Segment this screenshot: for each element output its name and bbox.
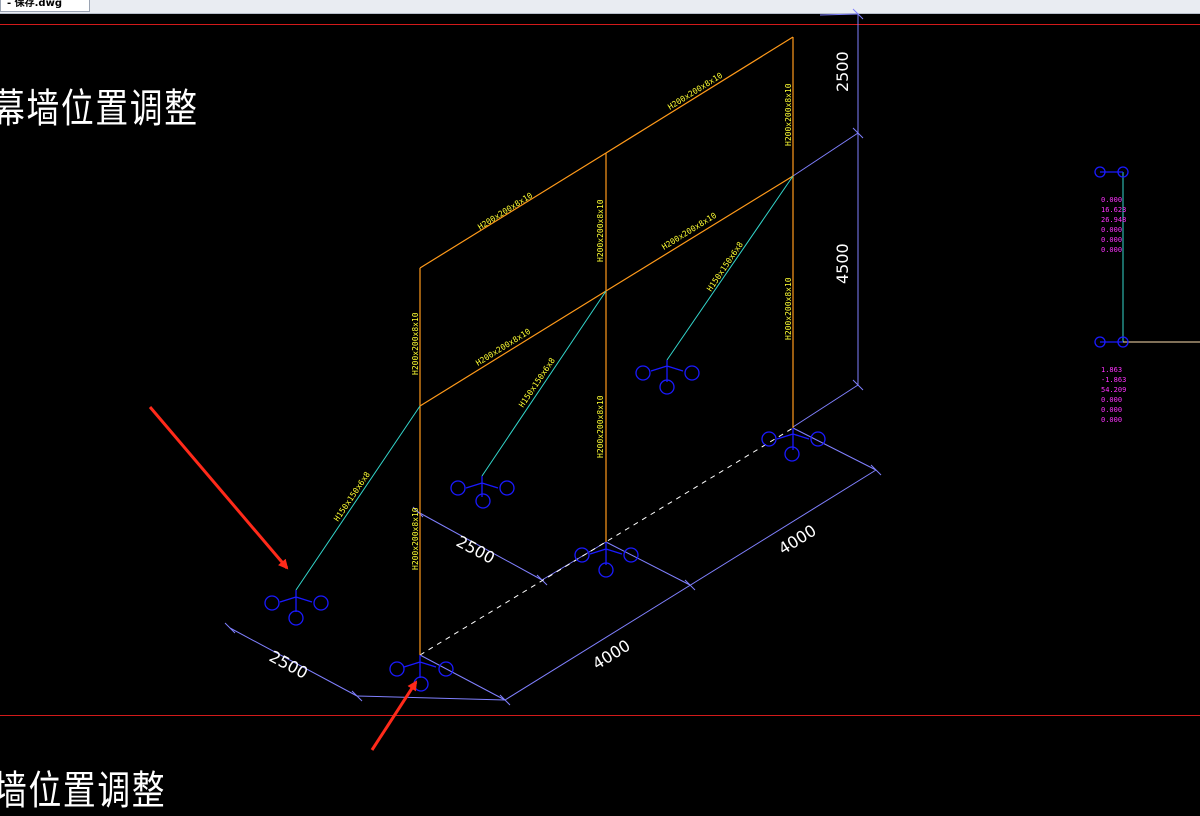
dim-text-4500: 4500 [833, 243, 852, 284]
support-column-left[interactable] [389, 655, 454, 692]
support-brace-left[interactable] [264, 590, 329, 626]
dim-line-top [819, 13, 859, 16]
arrow-lower [370, 680, 418, 751]
label-col-right-lower: H200x200x8x10 [784, 277, 793, 340]
legend-lower-4: 0.000 [1101, 396, 1122, 404]
beam-mid-right[interactable] [605, 175, 794, 292]
dim-line-base [356, 695, 506, 701]
legend-lower-1: 1.863 [1101, 366, 1122, 374]
legend-lower-5: 0.000 [1101, 406, 1122, 414]
dim-ext-mid [792, 132, 859, 177]
member-labels: H200x200x8x10 H200x200x8x10 H200x200x8x1… [332, 71, 793, 570]
label-col-left-upper: H200x200x8x10 [411, 312, 420, 375]
legend-upper-1: 0.000 [1101, 196, 1122, 204]
label-brace-right: H150x150x6x8 [705, 240, 745, 293]
legend-lower-6: 0.000 [1101, 416, 1122, 424]
legend-lower-2: -1.863 [1101, 376, 1126, 384]
annotation-arrows [148, 406, 418, 751]
brace-right[interactable] [666, 175, 794, 361]
dimension-lines [229, 13, 877, 701]
label-beam-mid-left: H200x200x8x10 [474, 327, 532, 368]
label-beam-top-left: H200x200x8x10 [476, 191, 534, 232]
dimension-texts: 2500 4500 2500 4000 4000 2500 [266, 51, 852, 682]
dim-text-2500-mid: 2500 [453, 532, 498, 568]
support-brace-right[interactable] [635, 360, 700, 395]
legend-lower-3: 54.209 [1101, 386, 1126, 394]
label-col-mid-upper: H200x200x8x10 [596, 199, 605, 262]
brace-left[interactable] [295, 405, 421, 591]
label-brace-left: H150x150x6x8 [332, 470, 372, 523]
beam-mid-left[interactable] [419, 290, 607, 407]
label-col-left-lower: H200x200x8x10 [411, 507, 420, 570]
legend-upper-2: 16.623 [1101, 206, 1126, 214]
dimension-ticks [224, 8, 882, 706]
dim-ext-left [419, 654, 506, 701]
dim-text-2500-left: 2500 [266, 647, 311, 683]
legend-upper-4: 0.000 [1101, 226, 1122, 234]
dim-ext-mid-base [605, 541, 691, 586]
label-brace-mid: H150x150x6x8 [517, 356, 557, 409]
support-brace-mid[interactable] [450, 476, 515, 509]
supports [264, 166, 1129, 692]
support-column-mid[interactable] [574, 542, 639, 578]
beam-top-right[interactable] [605, 36, 794, 154]
dim-ext-bottom [792, 384, 859, 428]
label-beam-top-right: H200x200x8x10 [666, 71, 724, 112]
brace-mid[interactable] [481, 290, 607, 477]
dim-text-4000-bottom: 4000 [589, 636, 634, 674]
dim-text-4000-right: 4000 [775, 521, 820, 559]
cad-model-view[interactable]: 2500 4500 2500 4000 4000 2500 H200x200x8… [0, 0, 1200, 802]
dim-ext-right [792, 427, 877, 471]
arrow-upper [148, 406, 289, 570]
dim-text-2500-top: 2500 [833, 51, 852, 92]
label-beam-mid-right: H200x200x8x10 [660, 211, 718, 252]
legend-upper-3: 26.948 [1101, 216, 1126, 224]
legend-upper-6: 0.000 [1101, 246, 1122, 254]
legend-upper-5: 0.000 [1101, 236, 1122, 244]
label-col-right-upper: H200x200x8x10 [784, 83, 793, 146]
label-col-mid-lower: H200x200x8x10 [596, 395, 605, 458]
support-column-right[interactable] [761, 428, 826, 462]
